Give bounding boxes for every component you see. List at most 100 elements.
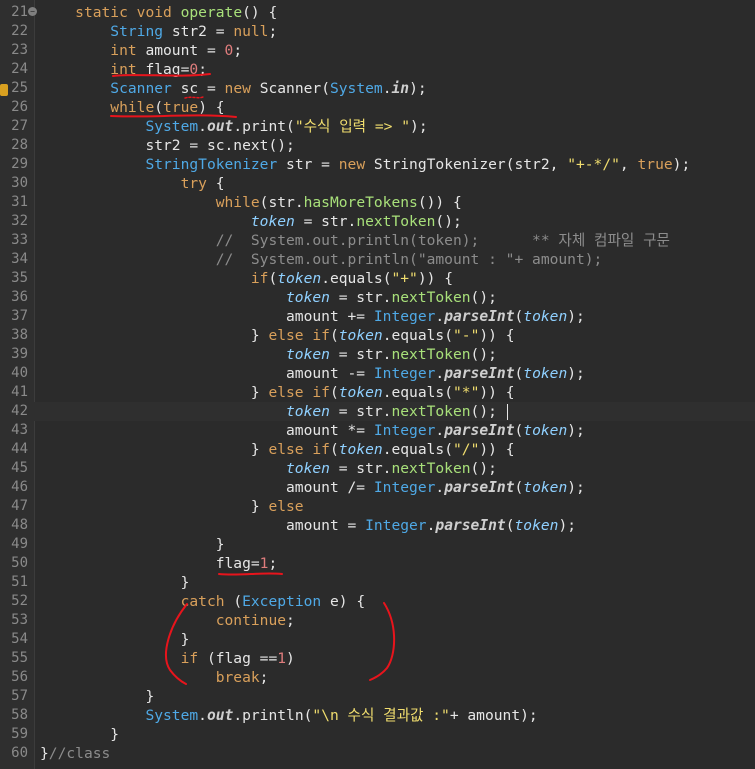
code-token: flag= bbox=[145, 61, 190, 78]
code-token: token bbox=[523, 479, 568, 496]
code-token: catch bbox=[180, 593, 234, 610]
code-text: flag=1; bbox=[40, 554, 278, 573]
code-token: = str. bbox=[329, 289, 392, 306]
code-line[interactable]: 31 while(str.hasMoreTokens()) { bbox=[0, 193, 755, 212]
code-text: try { bbox=[40, 174, 225, 193]
code-editor[interactable]: 21− static void operate() {22 String str… bbox=[0, 0, 755, 769]
code-line[interactable]: 51 } bbox=[0, 573, 755, 592]
code-line[interactable]: 36 token = str.nextToken(); bbox=[0, 288, 755, 307]
code-line[interactable]: 38 } else if(token.equals("-")) { bbox=[0, 326, 755, 345]
code-token: ( bbox=[505, 517, 515, 534]
line-number: 42 bbox=[11, 403, 28, 419]
code-line[interactable]: 45 token = str.nextToken(); bbox=[0, 459, 755, 478]
code-token: out bbox=[206, 118, 234, 135]
code-text: while(str.hasMoreTokens()) { bbox=[40, 193, 462, 212]
line-number: 49 bbox=[11, 536, 28, 552]
code-line[interactable]: 32 token = str.nextToken(); bbox=[0, 212, 755, 231]
code-line[interactable]: 41 } else if(token.equals("*")) { bbox=[0, 383, 755, 402]
code-token: .equals( bbox=[382, 441, 453, 458]
code-token: while bbox=[110, 99, 155, 116]
code-text: token = str.nextToken(); bbox=[40, 459, 497, 478]
code-line[interactable]: 26 while(true) { bbox=[0, 98, 755, 117]
code-token: 0 bbox=[189, 61, 199, 78]
code-line[interactable]: 49 } bbox=[0, 535, 755, 554]
code-token: Integer bbox=[373, 479, 436, 496]
code-token: .println( bbox=[233, 707, 313, 724]
code-text: amount /= Integer.parseInt(token); bbox=[40, 478, 585, 497]
code-token: "\n 수식 결과값 :" bbox=[312, 707, 450, 724]
code-text: amount *= Integer.parseInt(token); bbox=[40, 421, 585, 440]
code-text: static void operate() { bbox=[40, 3, 277, 22]
line-number: 21 bbox=[11, 4, 28, 20]
code-token: = str. bbox=[329, 346, 392, 363]
code-token: (flag == bbox=[206, 650, 278, 667]
code-token: static bbox=[75, 4, 137, 21]
code-line[interactable]: 43 amount *= Integer.parseInt(token); bbox=[0, 421, 755, 440]
code-line[interactable]: 28 str2 = sc.next(); bbox=[0, 136, 755, 155]
code-text: if(token.equals("+")) { bbox=[40, 269, 453, 288]
code-token: (); bbox=[470, 403, 497, 420]
code-text: // System.out.println("amount : "+ amoun… bbox=[40, 250, 603, 269]
code-line[interactable]: 29 StringTokenizer str = new StringToken… bbox=[0, 155, 755, 174]
code-line[interactable]: 33 // System.out.println(token); ** 자체 컴… bbox=[0, 231, 755, 250]
code-line[interactable]: 44 } else if(token.equals("/")) { bbox=[0, 440, 755, 459]
line-number: 56 bbox=[11, 669, 28, 685]
code-token: else if bbox=[268, 327, 330, 344]
code-line[interactable]: 21− static void operate() { bbox=[0, 3, 755, 22]
code-line[interactable]: 53 continue; bbox=[0, 611, 755, 630]
code-text: } else if(token.equals("-")) { bbox=[40, 326, 515, 345]
code-line[interactable]: 48 amount = Integer.parseInt(token); bbox=[0, 516, 755, 535]
code-text: String str2 = null; bbox=[40, 22, 277, 41]
code-token: new bbox=[224, 80, 260, 97]
code-line[interactable]: 59 } bbox=[0, 725, 755, 744]
code-line[interactable]: 35 if(token.equals("+")) { bbox=[0, 269, 755, 288]
code-line[interactable]: 52 catch (Exception e) { bbox=[0, 592, 755, 611]
code-line[interactable]: 27 System.out.print("수식 입력 => "); bbox=[0, 117, 755, 136]
code-token: amount += bbox=[286, 308, 374, 325]
code-line[interactable]: 42 token = str.nextToken(); bbox=[0, 402, 755, 421]
code-token: token bbox=[277, 270, 322, 287]
code-line[interactable]: 22 String str2 = null; bbox=[0, 22, 755, 41]
code-token: } bbox=[215, 536, 225, 553]
code-line[interactable]: 54 } bbox=[0, 630, 755, 649]
code-line[interactable]: 58 System.out.println("\n 수식 결과값 :"+ amo… bbox=[0, 706, 755, 725]
line-number: 41 bbox=[11, 384, 28, 400]
code-line[interactable]: 24 int flag=0; bbox=[0, 60, 755, 79]
code-line[interactable]: 60}//class bbox=[0, 744, 755, 763]
line-number: 26 bbox=[11, 99, 28, 115]
line-number: 39 bbox=[11, 346, 28, 362]
code-line[interactable]: 46 amount /= Integer.parseInt(token); bbox=[0, 478, 755, 497]
code-text: token = str.nextToken(); bbox=[40, 402, 497, 421]
line-number: 23 bbox=[11, 42, 28, 58]
warning-marker-icon[interactable] bbox=[0, 84, 8, 96]
code-token: else if bbox=[268, 384, 330, 401]
code-line[interactable]: 50 flag=1; bbox=[0, 554, 755, 573]
fold-collapse-icon[interactable]: − bbox=[28, 7, 37, 16]
code-line[interactable]: 47 } else bbox=[0, 497, 755, 516]
code-token: System bbox=[145, 118, 199, 135]
code-line[interactable]: 56 break; bbox=[0, 668, 755, 687]
code-line[interactable]: 37 amount += Integer.parseInt(token); bbox=[0, 307, 755, 326]
code-token: true bbox=[637, 156, 673, 173]
code-line[interactable]: 40 amount -= Integer.parseInt(token); bbox=[0, 364, 755, 383]
line-number: 35 bbox=[11, 270, 28, 286]
line-number: 46 bbox=[11, 479, 28, 495]
code-token: )) { bbox=[417, 270, 453, 287]
code-line[interactable]: 25 Scanner sc = new Scanner(System.in); bbox=[0, 79, 755, 98]
code-line[interactable]: 55 if (flag ==1) bbox=[0, 649, 755, 668]
code-line[interactable]: 39 token = str.nextToken(); bbox=[0, 345, 755, 364]
code-line[interactable]: 57 } bbox=[0, 687, 755, 706]
code-line[interactable]: 30 try { bbox=[0, 174, 755, 193]
code-line[interactable]: 34 // System.out.println("amount : "+ am… bbox=[0, 250, 755, 269]
code-token: (); bbox=[470, 289, 497, 306]
code-token: 1 bbox=[277, 650, 287, 667]
code-line[interactable]: 23 int amount = 0; bbox=[0, 41, 755, 60]
line-number: 28 bbox=[11, 137, 28, 153]
code-token: )) { bbox=[479, 327, 515, 344]
